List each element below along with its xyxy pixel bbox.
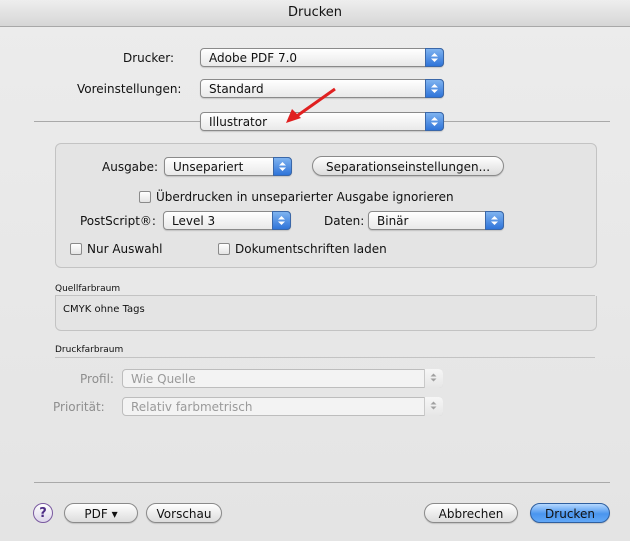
popup-stepper-icon xyxy=(424,369,443,388)
output-label: Ausgabe: xyxy=(102,160,159,174)
priority-popup[interactable]: Relativ farbmetrisch xyxy=(122,397,443,416)
cancel-button[interactable]: Abbrechen xyxy=(424,503,518,523)
printer-label: Drucker: xyxy=(123,51,175,65)
pdf-menu-button[interactable]: PDF ▾ xyxy=(64,503,138,523)
data-popup[interactable]: Binär xyxy=(368,211,504,230)
profile-label: Profil: xyxy=(80,372,114,386)
popup-stepper-icon xyxy=(485,211,504,230)
popup-stepper-icon xyxy=(425,79,444,98)
source-space-heading: Quellfarbraum xyxy=(55,284,121,294)
footer-separator xyxy=(34,482,610,483)
overprint-checkbox-label: Überdrucken in unseparierter Ausgabe ign… xyxy=(156,190,454,204)
postscript-value: Level 3 xyxy=(172,214,216,228)
panel-separator-right xyxy=(444,121,610,122)
postscript-popup[interactable]: Level 3 xyxy=(163,211,291,230)
output-value: Unsepariert xyxy=(173,160,244,174)
selection-only-checkbox[interactable] xyxy=(70,243,82,255)
presets-value: Standard xyxy=(209,82,264,96)
presets-label: Voreinstellungen: xyxy=(77,82,182,96)
overprint-checkbox[interactable] xyxy=(139,191,151,203)
data-value: Binär xyxy=(377,214,409,228)
printer-value: Adobe PDF 7.0 xyxy=(209,51,298,65)
postscript-label: PostScript®: xyxy=(80,214,156,228)
print-space-heading: Druckfarbraum xyxy=(55,345,124,355)
separation-settings-button[interactable]: Separationseinstellungen... xyxy=(312,156,504,176)
profile-popup[interactable]: Wie Quelle xyxy=(122,369,443,388)
window-title: Drucken xyxy=(0,0,630,27)
printer-popup[interactable]: Adobe PDF 7.0 xyxy=(200,48,444,67)
help-button[interactable]: ? xyxy=(33,503,53,523)
priority-value: Relativ farbmetrisch xyxy=(131,400,253,414)
popup-stepper-icon xyxy=(425,48,444,67)
popup-stepper-icon xyxy=(425,112,444,131)
print-button[interactable]: Drucken xyxy=(530,503,610,523)
print-dialog: Drucken Drucker: Adobe PDF 7.0 Voreinste… xyxy=(0,0,630,541)
print-space-divider xyxy=(55,357,595,358)
annotation-arrow-icon xyxy=(286,87,336,123)
output-popup[interactable]: Unsepariert xyxy=(164,157,292,176)
panel-value: Illustrator xyxy=(209,115,268,129)
popup-stepper-icon xyxy=(273,157,292,176)
load-fonts-checkbox[interactable] xyxy=(218,243,230,255)
preview-button[interactable]: Vorschau xyxy=(146,503,222,523)
source-space-value: CMYK ohne Tags xyxy=(63,304,145,315)
data-label: Daten: xyxy=(324,214,365,228)
popup-stepper-icon xyxy=(424,397,443,416)
popup-stepper-icon xyxy=(272,211,291,230)
priority-label: Priorität: xyxy=(53,400,105,414)
load-fonts-label: Dokumentschriften laden xyxy=(235,242,387,256)
profile-value: Wie Quelle xyxy=(131,372,196,386)
selection-only-label: Nur Auswahl xyxy=(87,242,163,256)
panel-separator-left xyxy=(34,121,200,122)
